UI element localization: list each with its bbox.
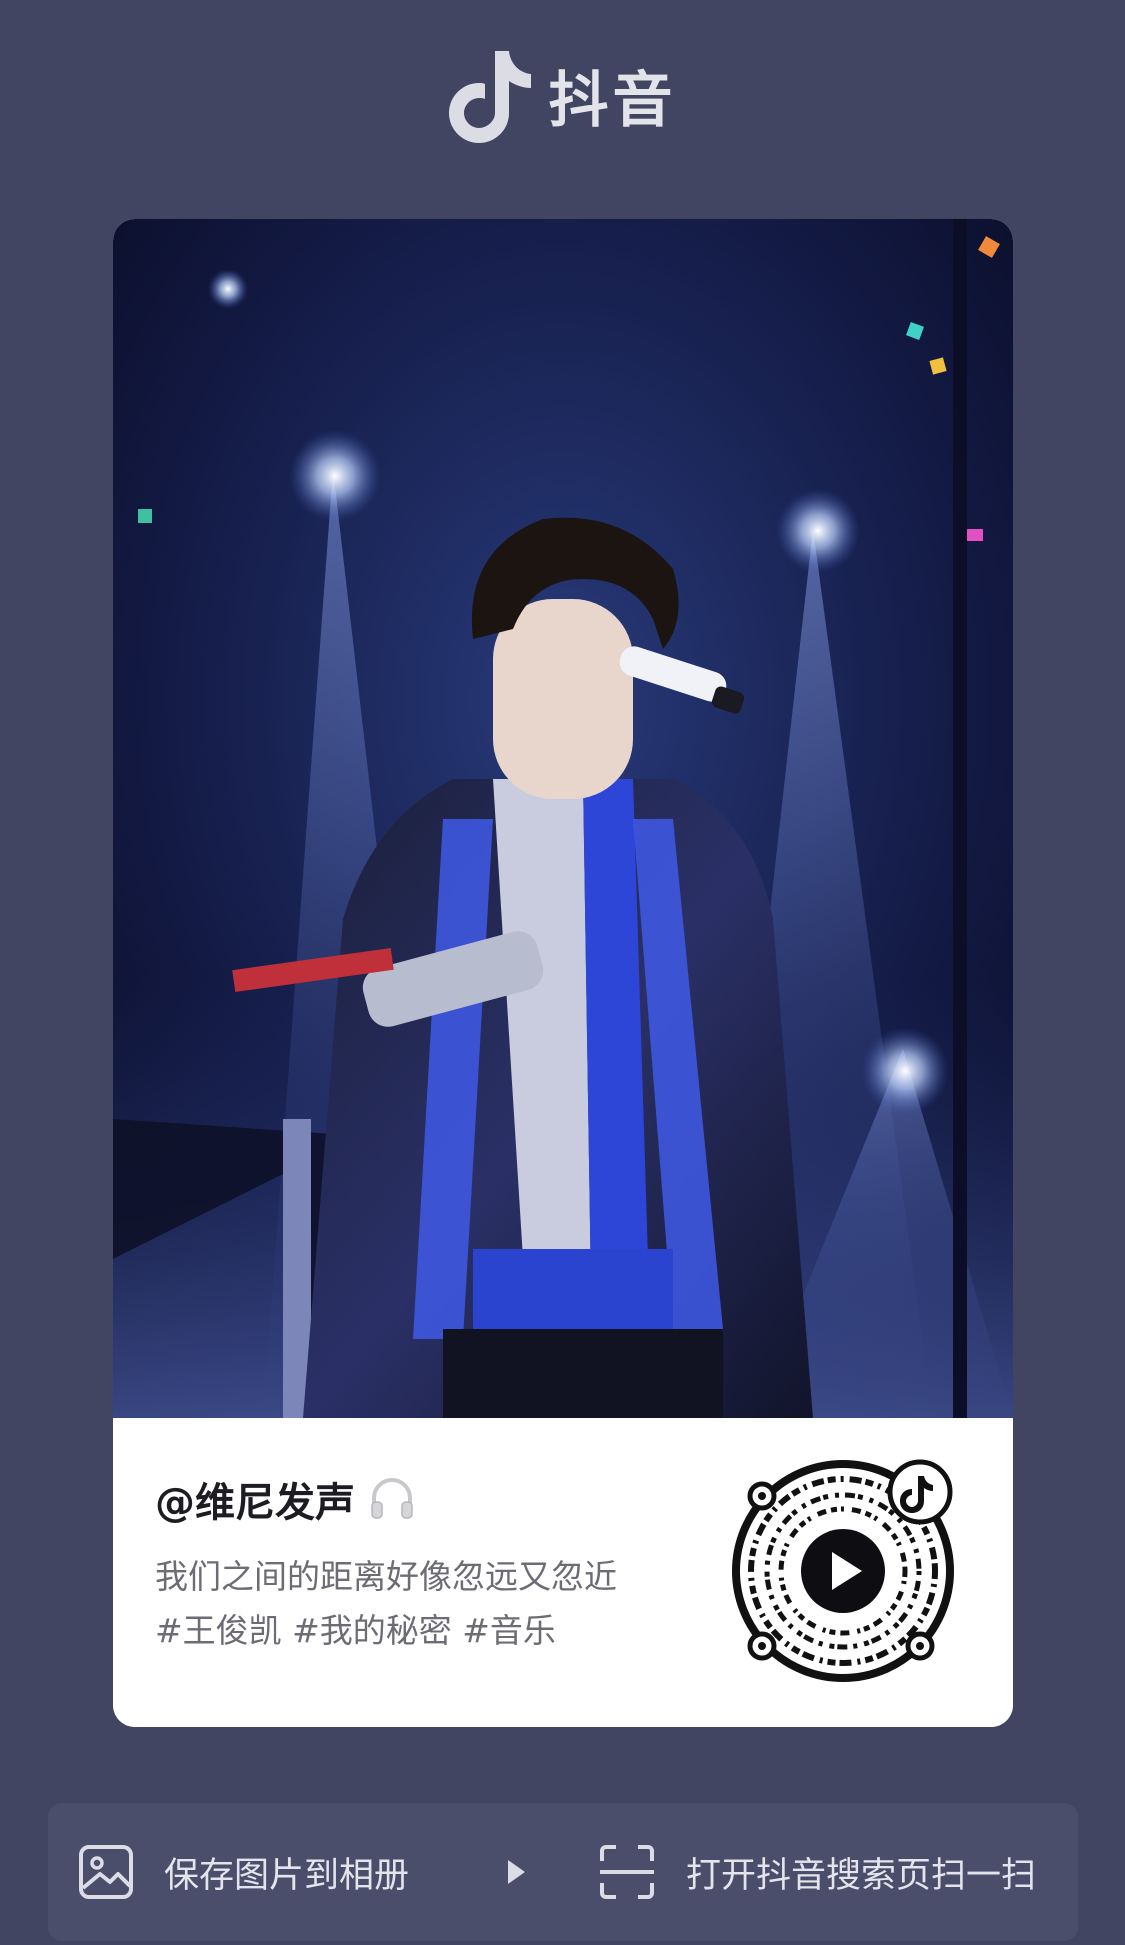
app-name: 抖音 [548,65,677,136]
scan-label: 打开抖音搜索页扫一扫 [686,1855,1037,1896]
bottom-action-bar: 保存图片到相册 打开抖音搜索页扫一扫 [48,1803,1078,1941]
headphone-icon [371,1478,413,1519]
card-info: @维尼发声 我们之间的距离好像忽远又忽近 #王俊凯 #我的秘密 #音乐 [113,1418,1013,1727]
open-douyin-scan-button[interactable]: 打开抖音搜索页扫一扫 [598,1803,1036,1941]
save-image-label: 保存图片到相册 [164,1855,410,1896]
username[interactable]: @维尼发声 [155,1470,355,1528]
triangle-right-icon [508,1860,525,1884]
username-row: @维尼发声 [155,1470,417,1528]
image-icon [79,1845,133,1899]
qr-code-with-play-icon[interactable] [728,1456,958,1686]
concert-photo [113,219,1013,1418]
header: 抖音 [0,40,1125,150]
share-card: @维尼发声 我们之间的距离好像忽远又忽近 #王俊凯 #我的秘密 #音乐 [113,219,1013,1727]
scan-frame-icon [600,1845,654,1899]
hashtags[interactable]: #王俊凯 #我的秘密 #音乐 [155,1604,715,1658]
post-description: 我们之间的距离好像忽远又忽近 #王俊凯 #我的秘密 #音乐 [155,1550,715,1658]
douyin-note-icon [448,51,531,143]
save-image-button[interactable]: 保存图片到相册 [78,1803,409,1941]
description-text: 我们之间的距离好像忽远又忽近 [155,1557,617,1596]
